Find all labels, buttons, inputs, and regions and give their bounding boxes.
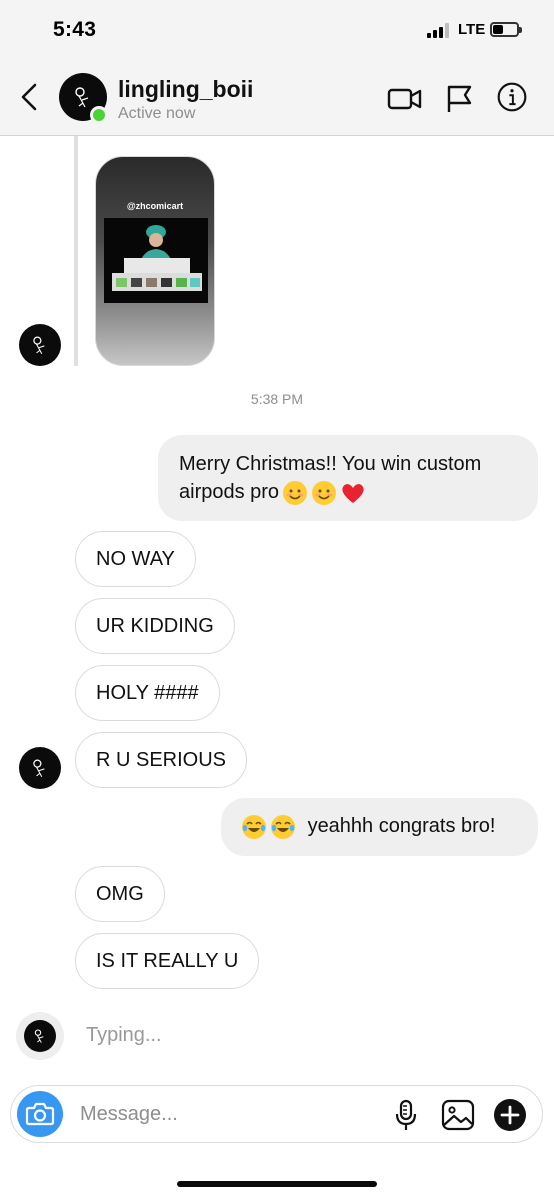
chat-header: lingling_boii Active now — [0, 60, 554, 136]
network-type: LTE — [458, 21, 486, 38]
camera-icon — [25, 1102, 55, 1126]
smiling-face-icon — [283, 480, 308, 505]
incoming-message[interactable]: NO WAY — [75, 531, 196, 587]
incoming-message[interactable]: R U SERIOUS — [75, 732, 248, 788]
post-photo — [104, 218, 208, 303]
online-status-dot — [90, 106, 108, 124]
message-input[interactable] — [80, 1096, 380, 1132]
incoming-message[interactable]: UR KIDDING — [75, 598, 235, 654]
info-icon[interactable] — [494, 81, 530, 113]
outgoing-message[interactable]: yeahhh congrats bro! — [221, 798, 538, 856]
message-timestamp: 5:38 PM — [250, 391, 304, 407]
cellular-signal-icon — [427, 22, 453, 38]
gallery-icon[interactable] — [440, 1097, 476, 1133]
status-bar: 5:43 LTE — [0, 0, 554, 60]
chat-username[interactable]: lingling_boii — [118, 76, 253, 103]
rose-logo-icon — [33, 759, 45, 778]
incoming-message[interactable]: OMG — [75, 866, 165, 922]
tears-of-joy-icon — [271, 814, 295, 839]
avatar[interactable] — [19, 747, 61, 789]
avatar[interactable] — [19, 324, 61, 366]
message-text: yeahhh congrats bro! — [307, 815, 496, 837]
message-text: R U SERIOUS — [96, 749, 227, 771]
rose-logo-icon — [33, 336, 45, 355]
activity-status: Active now — [118, 105, 196, 122]
avatar[interactable] — [24, 1020, 56, 1052]
message-text: IS IT REALLY U — [96, 950, 239, 972]
outgoing-message[interactable]: Merry Christmas!! You win custom airpods… — [158, 435, 538, 521]
shared-post-card[interactable]: @zhcomicart — [95, 156, 215, 366]
message-text: NO WAY — [96, 548, 175, 570]
smiling-face-icon — [312, 480, 337, 505]
message-composer — [10, 1085, 543, 1143]
reply-quote-bar — [74, 136, 78, 366]
message-text: OMG — [96, 883, 144, 905]
post-handle: @zhcomicart — [126, 201, 184, 211]
video-call-icon[interactable] — [387, 83, 423, 115]
plus-icon[interactable] — [492, 1097, 528, 1133]
battery-icon — [490, 22, 522, 37]
rose-logo-icon — [34, 1029, 44, 1043]
battery-level — [493, 25, 504, 34]
red-heart-icon — [342, 483, 364, 503]
microphone-icon[interactable] — [388, 1097, 424, 1133]
home-indicator — [177, 1181, 377, 1187]
status-time: 5:43 — [53, 18, 97, 41]
message-text: UR KIDDING — [96, 615, 214, 637]
camera-button[interactable] — [17, 1091, 63, 1137]
flag-icon[interactable] — [441, 83, 477, 115]
typing-indicator: Typing... — [86, 1024, 162, 1046]
back-chevron-icon[interactable] — [18, 82, 42, 112]
incoming-message[interactable]: HOLY #### — [75, 665, 220, 721]
incoming-message[interactable]: IS IT REALLY U — [75, 933, 260, 989]
message-text: HOLY #### — [96, 682, 199, 704]
tears-of-joy-icon — [242, 814, 266, 839]
